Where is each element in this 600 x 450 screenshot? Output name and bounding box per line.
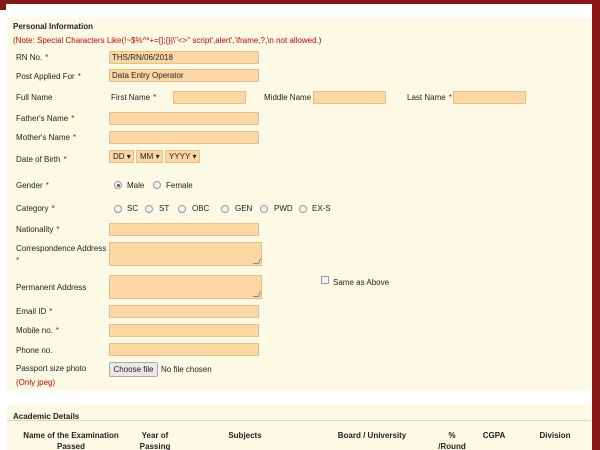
email-label: Email ID * [16, 307, 53, 316]
post-applied-field[interactable]: Data Entry Operator [109, 69, 259, 82]
last-name-field[interactable] [453, 91, 526, 104]
resize-grip-icon[interactable] [252, 291, 262, 297]
mother-name-field[interactable] [109, 131, 259, 144]
file-status: No file chosen [161, 365, 212, 374]
rn-no-label: RN No. * [16, 53, 49, 62]
gender-male-radio[interactable] [114, 181, 122, 189]
middle-name-field[interactable] [313, 91, 386, 104]
col-cgpa-header: CGPA [482, 431, 506, 440]
gender-male-label: Male [127, 181, 145, 190]
mobile-label: Mobile no. * [16, 326, 60, 335]
first-name-field[interactable] [173, 91, 246, 104]
personal-information-panel [7, 18, 591, 391]
mobile-field[interactable] [109, 324, 259, 337]
col-board-header: Board / University [337, 431, 407, 440]
col-year-header: Year of Passing [139, 431, 171, 450]
gender-label: Gender * [16, 181, 49, 190]
category-obc-radio[interactable] [178, 205, 186, 213]
post-applied-label: Post Applied For * [16, 72, 81, 81]
full-name-label: Full Name [16, 93, 53, 102]
nationality-label: Nationality * [16, 225, 60, 234]
permanent-address-label: Permanent Address [16, 283, 87, 292]
phone-field[interactable] [109, 343, 259, 356]
gender-female-label: Female [166, 181, 193, 190]
col-division-header: Division [539, 431, 571, 440]
category-gen-label: GEN [235, 204, 253, 213]
email-field[interactable] [109, 305, 259, 318]
dob-label: Date of Birth * [16, 155, 67, 164]
mother-name-label: Mother's Name * [16, 133, 77, 142]
top-border [0, 0, 600, 10]
category-st-label: ST [159, 204, 170, 213]
application-page: Personal Information (Note: Special Char… [0, 0, 600, 450]
correspondence-address-textarea[interactable] [109, 242, 262, 266]
same-as-above-label: Same as Above [333, 278, 390, 287]
academic-divider [7, 420, 591, 421]
chevron-down-icon: ▾ [126, 152, 131, 161]
photo-label: Passport size photo [16, 364, 87, 373]
phone-label: Phone no. [16, 346, 53, 355]
gender-female-radio[interactable] [153, 181, 161, 189]
father-name-label: Father's Name * [16, 114, 75, 123]
category-obc-label: OBC [192, 204, 210, 213]
correspondence-address-label: Correspondence Address [16, 244, 107, 253]
right-border [592, 0, 600, 450]
dob-year-select[interactable]: YYYY ▾ [165, 150, 200, 163]
last-name-label: Last Name * [407, 93, 452, 102]
special-characters-note: (Note: Special Characters Like(!~$%^*+=[… [13, 36, 322, 45]
col-examination-header: Name of the Examination Passed [23, 431, 119, 450]
category-sc-radio[interactable] [114, 205, 122, 213]
personal-information-title: Personal Information [13, 22, 94, 31]
col-percent-header: %/Round [438, 431, 466, 450]
category-exs-label: EX-S [312, 204, 331, 213]
category-label: Category * [16, 204, 55, 213]
col-subjects-header: Subjects [228, 431, 262, 440]
category-gen-radio[interactable] [221, 205, 229, 213]
photo-hint: (Only jpeg) [16, 378, 56, 387]
resize-grip-icon[interactable] [252, 258, 262, 264]
choose-file-button[interactable]: Choose file [109, 362, 158, 377]
category-pwd-label: PWD [274, 204, 293, 213]
dob-day-select[interactable]: DD ▾ [109, 150, 134, 163]
father-name-field[interactable] [109, 112, 259, 125]
chevron-down-icon: ▾ [155, 152, 160, 161]
correspondence-required-mark: * [16, 256, 20, 265]
category-st-radio[interactable] [145, 205, 153, 213]
category-pwd-radio[interactable] [260, 205, 268, 213]
category-exs-radio[interactable] [299, 205, 307, 213]
chevron-down-icon: ▾ [192, 152, 197, 161]
category-sc-label: SC [127, 204, 139, 213]
same-as-above-checkbox[interactable] [321, 276, 329, 284]
permanent-address-textarea[interactable] [109, 275, 262, 299]
dob-month-select[interactable]: MM ▾ [136, 150, 163, 163]
nationality-field[interactable] [109, 223, 259, 236]
first-name-label: First Name * [111, 93, 157, 102]
middle-name-label: Middle Name [264, 93, 312, 102]
rn-no-field[interactable]: THS/RN/06/2018 [109, 51, 259, 64]
